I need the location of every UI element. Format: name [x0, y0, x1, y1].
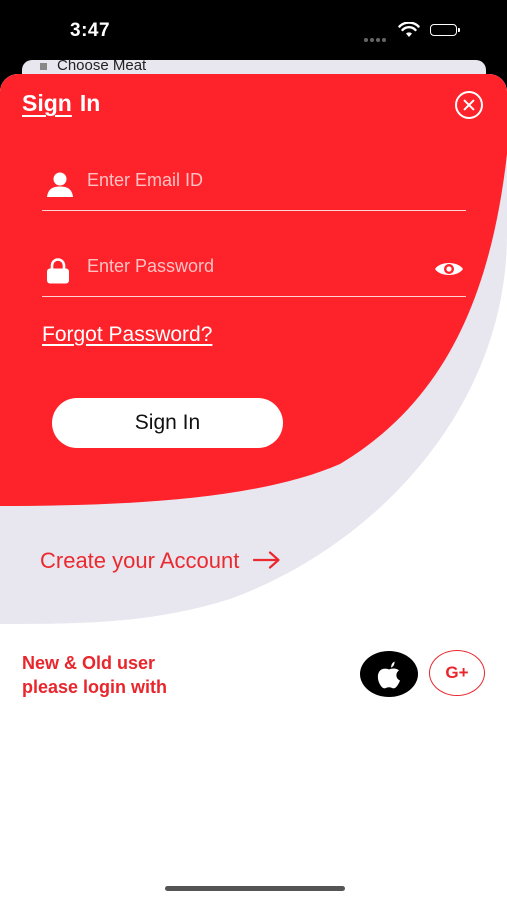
sign-in-sheet: Sign In Forgot Password? Sign [0, 74, 507, 900]
background-screen-label: Choose Meat [40, 57, 146, 74]
arrow-right-icon [253, 549, 281, 575]
create-account-label: Create your Account [40, 548, 240, 573]
social-line-2: please login with [22, 677, 168, 697]
social-line-1: New & Old user [22, 653, 156, 673]
google-plus-icon: G+ [445, 663, 469, 682]
apple-icon [377, 661, 400, 689]
wifi-icon [398, 21, 420, 43]
close-icon[interactable] [455, 91, 483, 119]
page-title: Sign In [22, 90, 100, 117]
password-input[interactable] [87, 256, 417, 277]
title-sign: Sign [22, 90, 72, 116]
social-login-text: New & Old user please login with [22, 651, 167, 699]
lock-icon [46, 258, 70, 289]
user-icon [46, 172, 74, 203]
eye-icon[interactable] [434, 260, 464, 283]
home-indicator[interactable] [165, 886, 345, 891]
email-input[interactable] [87, 170, 417, 191]
sign-in-button[interactable]: Sign In [52, 398, 283, 448]
google-plus-button[interactable]: G+ [429, 650, 485, 696]
create-account-link[interactable]: Create your Account [40, 548, 281, 575]
forgot-password-link[interactable]: Forgot Password? [42, 323, 212, 347]
status-bar: 3:47 [0, 0, 507, 62]
title-in: In [79, 90, 101, 116]
battery-icon [430, 24, 460, 36]
apple-login-button[interactable] [360, 651, 418, 697]
password-field [42, 246, 466, 297]
email-field [42, 160, 466, 211]
status-time: 3:47 [70, 20, 111, 41]
signal-icon [364, 29, 388, 47]
